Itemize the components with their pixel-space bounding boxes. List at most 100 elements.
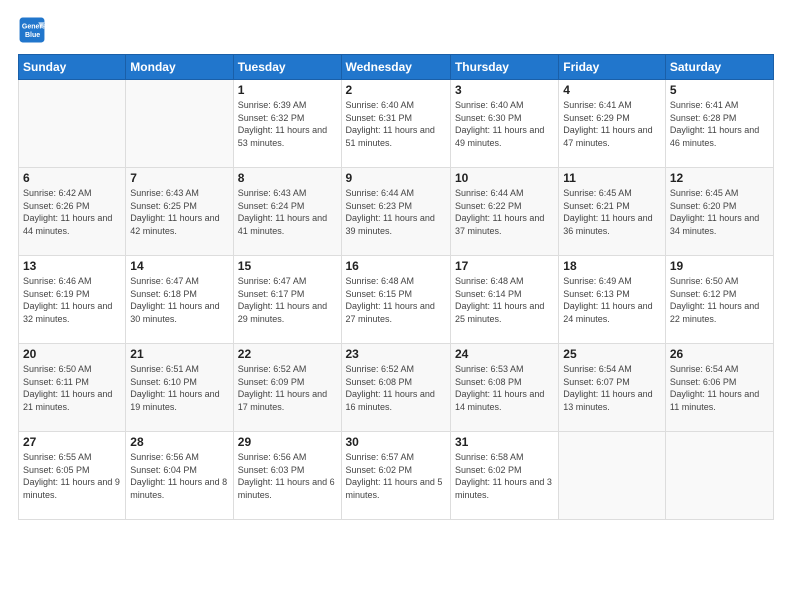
day-number: 9 xyxy=(346,171,446,185)
calendar-cell: 1 Sunrise: 6:39 AM Sunset: 6:32 PM Daylig… xyxy=(233,80,341,168)
day-info: Sunrise: 6:42 AM Sunset: 6:26 PM Dayligh… xyxy=(23,187,121,237)
day-number: 10 xyxy=(455,171,554,185)
day-number: 27 xyxy=(23,435,121,449)
day-info: Sunrise: 6:45 AM Sunset: 6:20 PM Dayligh… xyxy=(670,187,769,237)
day-number: 17 xyxy=(455,259,554,273)
calendar-header-row: SundayMondayTuesdayWednesdayThursdayFrid… xyxy=(19,55,774,80)
day-number: 15 xyxy=(238,259,337,273)
calendar-cell: 27 Sunrise: 6:55 AM Sunset: 6:05 PM Dayli… xyxy=(19,432,126,520)
day-info: Sunrise: 6:50 AM Sunset: 6:12 PM Dayligh… xyxy=(670,275,769,325)
day-info: Sunrise: 6:55 AM Sunset: 6:05 PM Dayligh… xyxy=(23,451,121,501)
calendar-cell xyxy=(126,80,233,168)
day-info: Sunrise: 6:40 AM Sunset: 6:31 PM Dayligh… xyxy=(346,99,446,149)
calendar-cell: 4 Sunrise: 6:41 AM Sunset: 6:29 PM Daylig… xyxy=(559,80,666,168)
day-info: Sunrise: 6:56 AM Sunset: 6:04 PM Dayligh… xyxy=(130,451,228,501)
calendar-cell xyxy=(19,80,126,168)
calendar-cell: 15 Sunrise: 6:47 AM Sunset: 6:17 PM Dayli… xyxy=(233,256,341,344)
day-number: 4 xyxy=(563,83,661,97)
calendar-cell: 30Sunrise: 6:57 AM Sunset: 6:02 PM Dayli… xyxy=(341,432,450,520)
day-number: 20 xyxy=(23,347,121,361)
calendar-cell xyxy=(665,432,773,520)
calendar-week-4: 20 Sunrise: 6:50 AM Sunset: 6:11 PM Dayli… xyxy=(19,344,774,432)
day-number: 12 xyxy=(670,171,769,185)
day-info: Sunrise: 6:44 AM Sunset: 6:22 PM Dayligh… xyxy=(455,187,554,237)
day-number: 28 xyxy=(130,435,228,449)
day-number: 19 xyxy=(670,259,769,273)
day-info: Sunrise: 6:47 AM Sunset: 6:17 PM Dayligh… xyxy=(238,275,337,325)
calendar-page: General Blue SundayMondayTuesdayWednesda… xyxy=(0,0,792,612)
calendar-cell: 31 Sunrise: 6:58 AM Sunset: 6:02 PM Dayli… xyxy=(450,432,558,520)
day-number: 1 xyxy=(238,83,337,97)
calendar-cell: 10 Sunrise: 6:44 AM Sunset: 6:22 PM Dayli… xyxy=(450,168,558,256)
day-info: Sunrise: 6:58 AM Sunset: 6:02 PM Dayligh… xyxy=(455,451,554,501)
calendar-cell: 29Sunrise: 6:56 AM Sunset: 6:03 PM Dayli… xyxy=(233,432,341,520)
day-info: Sunrise: 6:48 AM Sunset: 6:15 PM Dayligh… xyxy=(346,275,446,325)
svg-text:Blue: Blue xyxy=(25,32,40,39)
header-friday: Friday xyxy=(559,55,666,80)
calendar-week-5: 27 Sunrise: 6:55 AM Sunset: 6:05 PM Dayli… xyxy=(19,432,774,520)
header-tuesday: Tuesday xyxy=(233,55,341,80)
day-info: Sunrise: 6:43 AM Sunset: 6:24 PM Dayligh… xyxy=(238,187,337,237)
day-info: Sunrise: 6:41 AM Sunset: 6:28 PM Dayligh… xyxy=(670,99,769,149)
day-info: Sunrise: 6:57 AM Sunset: 6:02 PM Dayligh… xyxy=(346,451,446,501)
day-info: Sunrise: 6:40 AM Sunset: 6:30 PM Dayligh… xyxy=(455,99,554,149)
calendar-cell: 24Sunrise: 6:53 AM Sunset: 6:08 PM Dayli… xyxy=(450,344,558,432)
calendar-cell: 12 Sunrise: 6:45 AM Sunset: 6:20 PM Dayli… xyxy=(665,168,773,256)
calendar-cell: 13 Sunrise: 6:46 AM Sunset: 6:19 PM Dayli… xyxy=(19,256,126,344)
page-header: General Blue xyxy=(18,16,774,44)
day-number: 23 xyxy=(346,347,446,361)
header-sunday: Sunday xyxy=(19,55,126,80)
day-info: Sunrise: 6:39 AM Sunset: 6:32 PM Dayligh… xyxy=(238,99,337,149)
day-info: Sunrise: 6:49 AM Sunset: 6:13 PM Dayligh… xyxy=(563,275,661,325)
calendar-cell: 9Sunrise: 6:44 AM Sunset: 6:23 PM Daylig… xyxy=(341,168,450,256)
day-number: 21 xyxy=(130,347,228,361)
day-number: 8 xyxy=(238,171,337,185)
day-info: Sunrise: 6:45 AM Sunset: 6:21 PM Dayligh… xyxy=(563,187,661,237)
day-info: Sunrise: 6:50 AM Sunset: 6:11 PM Dayligh… xyxy=(23,363,121,413)
day-number: 14 xyxy=(130,259,228,273)
day-info: Sunrise: 6:46 AM Sunset: 6:19 PM Dayligh… xyxy=(23,275,121,325)
day-number: 22 xyxy=(238,347,337,361)
calendar-cell: 26 Sunrise: 6:54 AM Sunset: 6:06 PM Dayli… xyxy=(665,344,773,432)
day-number: 6 xyxy=(23,171,121,185)
calendar-cell: 22 Sunrise: 6:52 AM Sunset: 6:09 PM Dayli… xyxy=(233,344,341,432)
calendar-cell: 23 Sunrise: 6:52 AM Sunset: 6:08 PM Dayli… xyxy=(341,344,450,432)
calendar-cell: 5 Sunrise: 6:41 AM Sunset: 6:28 PM Daylig… xyxy=(665,80,773,168)
calendar-cell: 7Sunrise: 6:43 AM Sunset: 6:25 PM Daylig… xyxy=(126,168,233,256)
calendar-cell: 28 Sunrise: 6:56 AM Sunset: 6:04 PM Dayli… xyxy=(126,432,233,520)
calendar-cell: 21 Sunrise: 6:51 AM Sunset: 6:10 PM Dayli… xyxy=(126,344,233,432)
logo-icon: General Blue xyxy=(18,16,46,44)
day-number: 18 xyxy=(563,259,661,273)
day-number: 31 xyxy=(455,435,554,449)
day-info: Sunrise: 6:41 AM Sunset: 6:29 PM Dayligh… xyxy=(563,99,661,149)
day-info: Sunrise: 6:48 AM Sunset: 6:14 PM Dayligh… xyxy=(455,275,554,325)
calendar-cell: 16 Sunrise: 6:48 AM Sunset: 6:15 PM Dayli… xyxy=(341,256,450,344)
calendar-cell: 17 Sunrise: 6:48 AM Sunset: 6:14 PM Dayli… xyxy=(450,256,558,344)
day-number: 11 xyxy=(563,171,661,185)
logo: General Blue xyxy=(18,16,50,44)
day-info: Sunrise: 6:43 AM Sunset: 6:25 PM Dayligh… xyxy=(130,187,228,237)
day-info: Sunrise: 6:51 AM Sunset: 6:10 PM Dayligh… xyxy=(130,363,228,413)
calendar-cell: 25Sunrise: 6:54 AM Sunset: 6:07 PM Dayli… xyxy=(559,344,666,432)
calendar-cell: 14Sunrise: 6:47 AM Sunset: 6:18 PM Dayli… xyxy=(126,256,233,344)
calendar-cell: 6 Sunrise: 6:42 AM Sunset: 6:26 PM Daylig… xyxy=(19,168,126,256)
calendar-cell: 2 Sunrise: 6:40 AM Sunset: 6:31 PM Daylig… xyxy=(341,80,450,168)
day-number: 26 xyxy=(670,347,769,361)
header-saturday: Saturday xyxy=(665,55,773,80)
day-number: 5 xyxy=(670,83,769,97)
day-info: Sunrise: 6:52 AM Sunset: 6:08 PM Dayligh… xyxy=(346,363,446,413)
day-info: Sunrise: 6:52 AM Sunset: 6:09 PM Dayligh… xyxy=(238,363,337,413)
day-number: 29 xyxy=(238,435,337,449)
header-wednesday: Wednesday xyxy=(341,55,450,80)
day-number: 24 xyxy=(455,347,554,361)
day-info: Sunrise: 6:54 AM Sunset: 6:06 PM Dayligh… xyxy=(670,363,769,413)
day-number: 13 xyxy=(23,259,121,273)
day-info: Sunrise: 6:54 AM Sunset: 6:07 PM Dayligh… xyxy=(563,363,661,413)
day-number: 16 xyxy=(346,259,446,273)
calendar-table: SundayMondayTuesdayWednesdayThursdayFrid… xyxy=(18,54,774,520)
calendar-week-2: 6 Sunrise: 6:42 AM Sunset: 6:26 PM Daylig… xyxy=(19,168,774,256)
day-number: 2 xyxy=(346,83,446,97)
calendar-cell xyxy=(559,432,666,520)
day-number: 3 xyxy=(455,83,554,97)
calendar-cell: 8 Sunrise: 6:43 AM Sunset: 6:24 PM Daylig… xyxy=(233,168,341,256)
